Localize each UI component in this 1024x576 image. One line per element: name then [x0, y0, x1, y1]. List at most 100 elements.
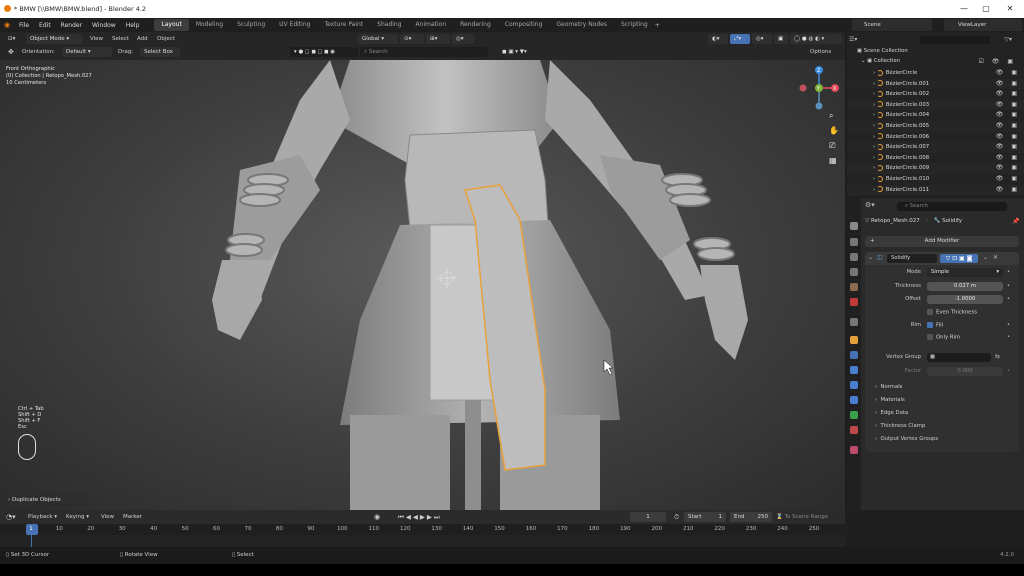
scene-collection-row[interactable]: ▣ Scene Collection	[857, 48, 908, 54]
tab-layout[interactable]: Layout	[154, 19, 189, 31]
menu-select[interactable]: Select	[112, 34, 129, 44]
marker-menu[interactable]: Marker	[123, 512, 142, 522]
pivot-dropdown[interactable]: ⊙▾	[400, 34, 424, 44]
modifier-visibility-toggles[interactable]: ▽ ⊡ ▣ ◙	[940, 254, 978, 263]
even-thickness-checkbox[interactable]: Even Thickness	[927, 309, 977, 316]
tab-texture-paint[interactable]: Texture Paint	[317, 19, 370, 31]
tab-rendering[interactable]: Rendering	[453, 19, 498, 31]
subpanel-thickness-clamp[interactable]: › Thickness Clamp	[875, 423, 925, 429]
offset-field[interactable]: -1.0000	[927, 295, 1003, 304]
drag-dropdown[interactable]: Select Box	[140, 47, 180, 57]
tab-compositing[interactable]: Compositing	[498, 19, 550, 31]
collection-row[interactable]: ⌄ ▣ Collection ☑ 👁 ▣	[861, 58, 1024, 65]
visibility-icons[interactable]: 👁 ▣	[996, 68, 1020, 79]
filter-icon[interactable]: ▽▾	[1004, 34, 1012, 45]
menu-help[interactable]: Help	[121, 22, 145, 29]
proportional-edit-toggle[interactable]: ◎▾	[452, 34, 474, 44]
maximize-icon[interactable]: ▢	[980, 3, 992, 15]
menu-file[interactable]: File	[14, 22, 34, 29]
playback-controls[interactable]: ⏮◀◀▶▶⏭	[398, 512, 442, 522]
viewlayer-selector[interactable]: ViewLayer	[944, 19, 1022, 31]
transform-gizmo-icon[interactable]: ✥	[8, 47, 14, 57]
tab-uv-editing[interactable]: UV Editing	[272, 19, 317, 31]
blender-menu-icon[interactable]: ◉	[0, 21, 14, 29]
visibility-icons[interactable]: 👁 ▣	[996, 121, 1020, 132]
visibility-icons[interactable]: 👁 ▣	[996, 110, 1020, 121]
outliner-search-input[interactable]	[920, 36, 990, 44]
output-tab-icon[interactable]	[850, 253, 858, 261]
subpanel-output-vertex-groups[interactable]: › Output Vertex Groups	[875, 436, 938, 442]
grid-icon[interactable]: ▦	[829, 157, 837, 165]
invert-icon[interactable]: ⇆	[995, 353, 1000, 360]
visibility-icons[interactable]: 👁 ▣	[996, 132, 1020, 143]
outliner-type-icon[interactable]: ☰▾	[849, 36, 857, 43]
timeline-type-icon[interactable]: ◔▾	[6, 512, 16, 522]
last-operator-panel[interactable]: › Duplicate Objects	[4, 493, 88, 507]
modifier-name-field[interactable]: Solidify	[887, 254, 937, 263]
camera-icon[interactable]: ⎚	[829, 142, 835, 150]
material-tab-icon[interactable]	[850, 426, 858, 434]
vertex-group-field[interactable]: ▦	[927, 353, 991, 362]
visibility-icons[interactable]: 👁 ▣	[996, 79, 1020, 90]
3d-viewport[interactable]: Front Orthographic (0) Collection | Reto…	[0, 60, 845, 510]
tab-shading[interactable]: Shading	[370, 19, 408, 31]
keyframe-dot-icon[interactable]: •	[1007, 283, 1010, 289]
subpanel-edge-data[interactable]: › Edge Data	[875, 410, 908, 416]
modifier-dropdown-icon[interactable]: ⌄	[983, 254, 988, 261]
menu-edit[interactable]: Edit	[34, 22, 56, 29]
outliner-item[interactable]: › BézierCircle.003 👁 ▣	[847, 99, 1024, 111]
timeline-view-menu[interactable]: View	[101, 512, 114, 522]
keyframe-dot-icon[interactable]: •	[1007, 296, 1010, 302]
keyframe-dot-icon[interactable]: •	[1007, 368, 1010, 374]
editor-type-icon[interactable]: ⊡▾	[4, 34, 24, 44]
end-frame-field[interactable]: End 250	[730, 512, 772, 522]
outliner-item[interactable]: › BézierCircle.010 👁 ▣	[847, 174, 1024, 185]
snap-toggle[interactable]: ⊞▾	[426, 34, 450, 44]
factor-field[interactable]: 0.000	[927, 367, 1003, 376]
overlay-toggle[interactable]: ◎▾	[752, 34, 772, 44]
gizmo-toggle[interactable]: ⤢▾	[730, 34, 750, 44]
xray-toggle[interactable]: ▣	[774, 34, 788, 44]
particles-tab-icon[interactable]	[850, 366, 858, 374]
modifier-remove-icon[interactable]: ✕	[993, 254, 998, 261]
record-icon[interactable]: ◉	[374, 512, 380, 522]
outliner-item[interactable]: › BézierCircle.002 👁 ▣	[847, 89, 1024, 100]
clock-icon[interactable]: ⏱	[674, 512, 679, 522]
mode-dropdown[interactable]: Object Mode ▾	[26, 34, 82, 44]
only-rim-checkbox[interactable]: Only Rim	[927, 334, 960, 341]
menu-object[interactable]: Object	[157, 34, 175, 44]
pin-icon[interactable]: 📌	[1012, 218, 1019, 225]
menu-view[interactable]: View	[90, 34, 103, 44]
transform-orientation-dropdown[interactable]: Global ▾	[358, 34, 398, 44]
filter-toolbar[interactable]: ▾ ● ◻ ◼ ◻ ◼ ◉	[290, 47, 358, 57]
menu-add[interactable]: Add	[137, 34, 148, 44]
object-tab-icon[interactable]	[850, 336, 858, 344]
properties-type-icon[interactable]: ⚙▾	[865, 201, 875, 209]
collection-toggles[interactable]: ☑ 👁 ▣	[979, 58, 1016, 65]
visibility-icons[interactable]: 👁 ▣	[996, 153, 1020, 164]
playback-menu[interactable]: Playback ▾	[28, 512, 57, 522]
collapse-icon[interactable]: ⌄	[868, 254, 873, 261]
tab-animation[interactable]: Animation	[409, 19, 454, 31]
scene-tab-icon[interactable]	[850, 283, 858, 291]
mode-dropdown[interactable]: Simple ▾	[927, 268, 1003, 277]
tab-sculpting[interactable]: Sculpting	[230, 19, 272, 31]
thickness-field[interactable]: 0.027 m	[927, 282, 1003, 291]
minimize-icon[interactable]: —	[958, 3, 970, 15]
keyframe-dot-icon[interactable]: •	[1007, 322, 1010, 328]
physics-tab-icon[interactable]	[850, 381, 858, 389]
menu-render[interactable]: Render	[56, 22, 87, 29]
collection-tab-icon[interactable]	[850, 318, 858, 326]
rim-fill-checkbox[interactable]: Fill	[927, 322, 943, 329]
options-button[interactable]: Options	[810, 47, 831, 57]
scene-range-toggle[interactable]: ⌛ To Scene Range	[776, 512, 828, 522]
visibility-dropdown[interactable]: ◐▾	[708, 34, 728, 44]
data-tab-icon[interactable]	[850, 411, 858, 419]
pan-hand-icon[interactable]: ✋	[829, 127, 839, 135]
outliner-item[interactable]: › BézierCircle.008 👁 ▣	[847, 153, 1024, 164]
outliner-item[interactable]: › BézierCircle.001 👁 ▣	[847, 78, 1024, 90]
visibility-icons[interactable]: 👁 ▣	[996, 142, 1020, 153]
tab-scripting[interactable]: Scripting	[614, 19, 655, 31]
world-tab-icon[interactable]	[850, 298, 858, 306]
tool-tab-icon[interactable]	[850, 222, 858, 230]
